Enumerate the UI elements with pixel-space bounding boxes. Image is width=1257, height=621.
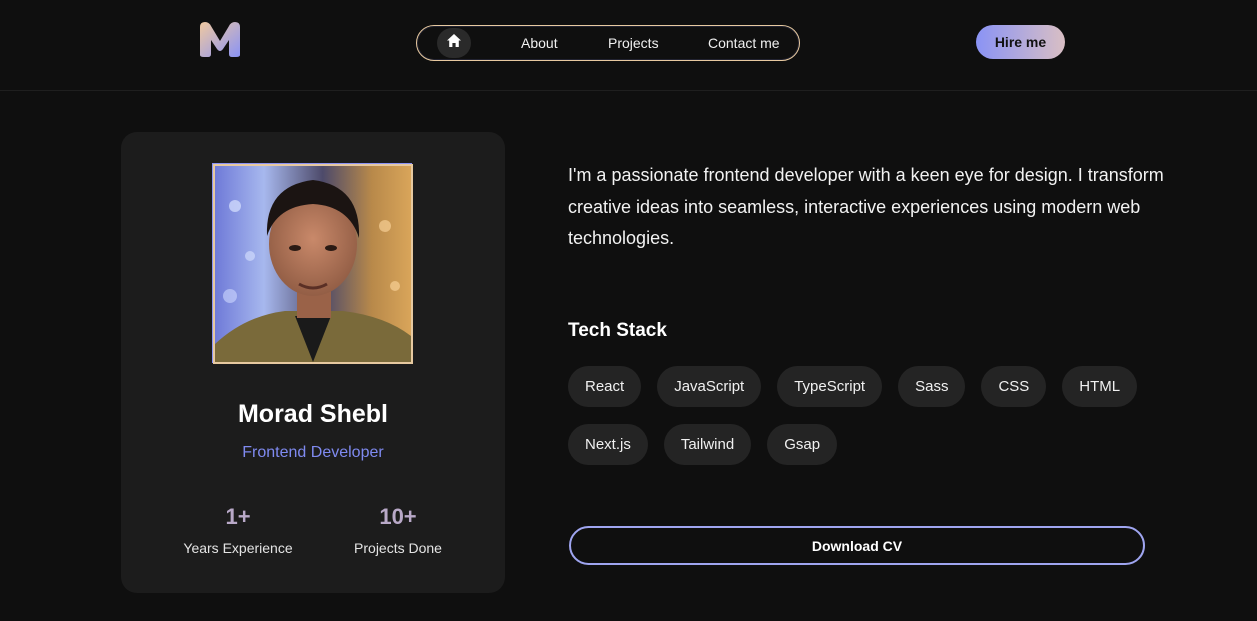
- stat-label: Years Experience: [183, 540, 293, 556]
- site-header: About Projects Contact me Hire me: [0, 0, 1257, 91]
- stat-value: 10+: [379, 504, 417, 529]
- profile-photo: [213, 164, 413, 364]
- tech-tag-nextjs[interactable]: Next.js: [568, 424, 648, 465]
- m-logo-icon[interactable]: [198, 21, 242, 57]
- nav-link-about[interactable]: About: [521, 35, 558, 51]
- tech-tag-sass[interactable]: Sass: [898, 366, 966, 407]
- tech-tag-tailwind[interactable]: Tailwind: [663, 424, 752, 465]
- tech-tag-javascript[interactable]: JavaScript: [657, 366, 762, 407]
- tech-tag-css[interactable]: CSS: [981, 366, 1047, 407]
- home-icon: [446, 33, 462, 53]
- tech-stack-list: React JavaScript TypeScript Sass CSS HTM…: [568, 366, 1148, 465]
- tech-stack-title: Tech Stack: [568, 320, 667, 341]
- profile-card: Morad Shebl Frontend Developer 1+ Years …: [121, 132, 505, 593]
- nav-link-projects[interactable]: Projects: [608, 35, 659, 51]
- stat-experience: 1+ Years Experience: [153, 504, 323, 556]
- stat-projects: 10+ Projects Done: [313, 504, 483, 556]
- tech-tag-html[interactable]: HTML: [1062, 366, 1138, 407]
- tech-tag-react[interactable]: React: [568, 366, 642, 407]
- stat-label: Projects Done: [354, 540, 442, 556]
- hire-me-button[interactable]: Hire me: [976, 25, 1065, 59]
- bio-text: I'm a passionate frontend developer with…: [568, 165, 1164, 248]
- profile-name: Morad Shebl: [237, 400, 388, 428]
- nav-link-contact[interactable]: Contact me: [708, 35, 780, 51]
- tech-tag-gsap[interactable]: Gsap: [767, 424, 838, 465]
- download-cv-button[interactable]: Download CV: [569, 526, 1145, 565]
- tech-tag-typescript[interactable]: TypeScript: [777, 366, 883, 407]
- main-nav: About Projects Contact me: [416, 25, 800, 61]
- profile-role: Frontend Developer: [242, 444, 384, 461]
- stat-value: 1+: [225, 504, 251, 529]
- nav-home-button[interactable]: [437, 28, 471, 58]
